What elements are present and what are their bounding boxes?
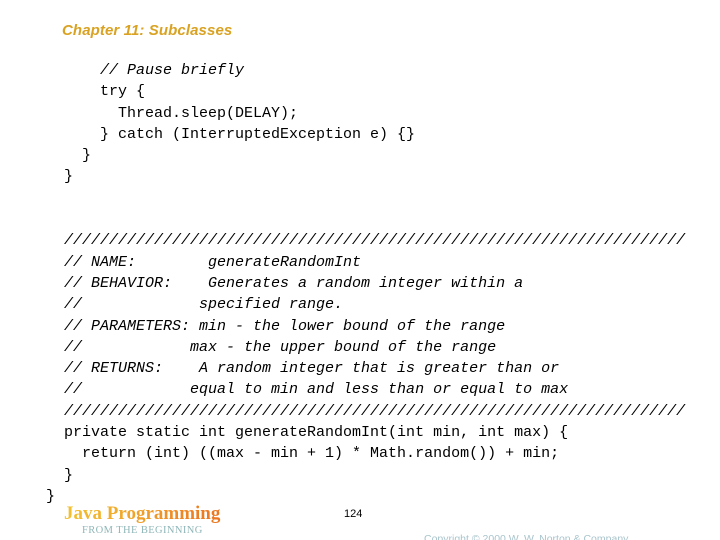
code-line: // NAME: generateRandomInt — [28, 253, 362, 271]
code-line: } — [28, 466, 74, 484]
page-number: 124 — [344, 508, 363, 520]
slide-footer: Java Programming FROM THE BEGINNING 124 … — [0, 500, 720, 540]
code-line: Thread.sleep(DELAY); — [28, 104, 299, 122]
code-line: // RETURNS: A random integer that is gre… — [28, 360, 560, 378]
code-line: private static int generateRandomInt(int… — [28, 424, 569, 442]
code-line: ////////////////////////////////////////… — [28, 232, 686, 250]
page-title: Chapter 11: Subclasses — [62, 22, 233, 39]
code-block: // Pause briefly try { Thread.sleep(DELA… — [28, 60, 718, 507]
code-line: try { — [28, 83, 146, 101]
brand-logo: Java Programming FROM THE BEGINNING — [64, 504, 294, 537]
code-line: ////////////////////////////////////////… — [28, 402, 686, 420]
code-line: // Pause briefly — [28, 62, 245, 79]
copyright-line-1: Copyright © 2000 W. W. Norton & Company. — [424, 533, 631, 540]
code-line: // equal to min and less than or equal t… — [28, 381, 569, 399]
code-line: // specified range. — [28, 296, 344, 314]
slide-canvas: Chapter 11: Subclasses // Pause briefly … — [0, 0, 720, 540]
code-line: } catch (InterruptedException e) {} — [28, 125, 416, 143]
brand-subtitle: FROM THE BEGINNING — [82, 525, 203, 536]
code-line: return (int) ((max - min + 1) * Math.ran… — [28, 445, 560, 463]
code-line: // max - the upper bound of the range — [28, 338, 497, 356]
brand-title: Java Programming — [64, 504, 294, 524]
code-line: } — [28, 168, 74, 186]
code-line: // BEHAVIOR: Generates a random integer … — [28, 274, 524, 292]
copyright-notice: Copyright © 2000 W. W. Norton & Company.… — [424, 507, 631, 540]
code-line: // PARAMETERS: min - the lower bound of … — [28, 317, 506, 335]
code-line: } — [28, 147, 92, 165]
